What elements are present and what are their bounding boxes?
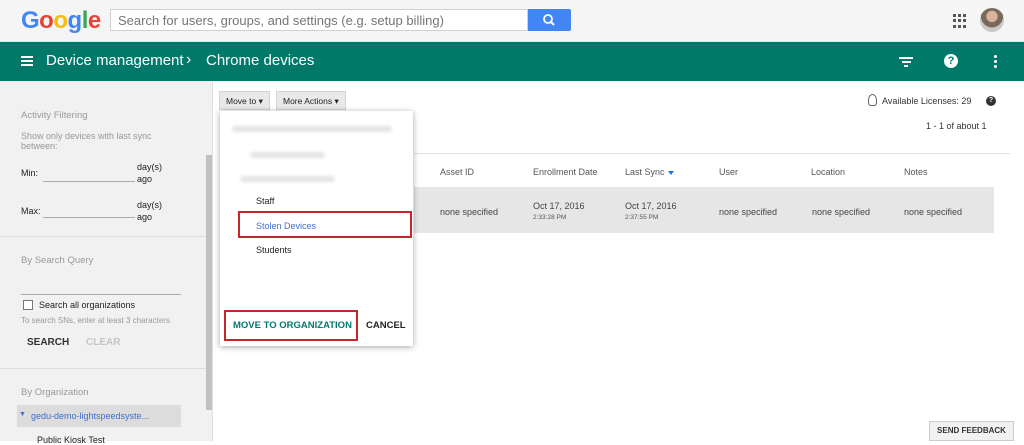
search-all-orgs-checkbox[interactable] — [23, 300, 33, 310]
activity-description: Show only devices with last sync between… — [21, 131, 152, 151]
help-icon[interactable]: ? — [944, 54, 958, 68]
cell-enrollment-date: Oct 17, 2016 — [533, 201, 585, 211]
breadcrumb-device-management[interactable]: Device management — [46, 52, 184, 69]
more-actions-button[interactable]: More Actions ▾ — [276, 91, 346, 110]
search-all-orgs-label: Search all organizations — [39, 300, 136, 310]
menu-icon[interactable] — [21, 56, 33, 66]
last-sync-label: Last Sync — [625, 167, 665, 177]
breadcrumb-separator: › — [186, 51, 192, 68]
column-header-asset-id[interactable]: Asset ID — [440, 167, 474, 177]
activity-filtering-heading: Activity Filtering — [21, 110, 88, 121]
available-licenses: Available Licenses: 29 — [882, 96, 972, 106]
search-sidebar-button[interactable]: SEARCH — [27, 337, 69, 348]
ago-label: ago — [137, 212, 153, 222]
more-vert-icon[interactable] — [994, 55, 997, 70]
cell-asset-id: none specified — [440, 207, 499, 217]
search-icon — [543, 14, 555, 26]
apps-grid-icon[interactable] — [953, 14, 967, 28]
top-bar: Google — [0, 0, 1024, 42]
divider — [0, 236, 206, 237]
move-to-dropdown: Staff Stolen Devices Students MOVE TO OR… — [220, 111, 413, 346]
header-divider — [414, 153, 1010, 154]
google-logo[interactable]: Google — [21, 7, 101, 35]
cell-last-sync-date: Oct 17, 2016 — [625, 201, 677, 211]
move-to-label: Move to — [226, 96, 257, 106]
pagination-text: 1 - 1 of about 1 — [926, 121, 987, 131]
expand-caret-icon[interactable]: ▼ — [19, 411, 26, 418]
more-actions-label: More Actions — [283, 96, 333, 106]
max-days-input[interactable] — [43, 217, 135, 218]
app-bar: Device management › Chrome devices ? — [0, 42, 1024, 81]
help-icon[interactable]: ? — [986, 96, 996, 106]
cell-last-sync-time: 2:37:55 PM — [625, 214, 659, 221]
org-option-staff[interactable]: Staff — [256, 196, 274, 206]
cancel-button[interactable]: CANCEL — [366, 320, 406, 331]
highlight-box — [238, 211, 412, 238]
cell-user: none specified — [719, 207, 778, 217]
column-header-user[interactable]: User — [719, 167, 738, 177]
dropdown-arrow-icon: ▾ — [334, 96, 339, 106]
filter-icon[interactable] — [899, 57, 913, 67]
send-feedback-button[interactable]: SEND FEEDBACK — [929, 421, 1014, 441]
by-organization-heading: By Organization — [21, 387, 89, 398]
filter-sidebar: Activity Filtering Show only devices wit… — [0, 81, 213, 445]
blurred-org-item[interactable] — [240, 176, 335, 182]
sidebar-scrollbar[interactable] — [206, 155, 212, 410]
org-option-students[interactable]: Students — [256, 245, 292, 255]
column-header-location[interactable]: Location — [811, 167, 845, 177]
column-header-last-sync[interactable]: Last Sync — [625, 167, 674, 177]
org-tree-item-child[interactable]: Public Kiosk Test — [37, 435, 105, 445]
min-label: Min: — [21, 168, 39, 178]
ago-label: ago — [137, 174, 153, 184]
blurred-org-item[interactable] — [250, 152, 325, 158]
cell-location: none specified — [812, 207, 871, 217]
min-days-input[interactable] — [43, 181, 135, 182]
search-query-input[interactable] — [21, 294, 181, 295]
org-tree-label-root[interactable]: gedu-demo-lightspeedsyste... — [31, 411, 149, 421]
blurred-org-item[interactable] — [232, 126, 392, 132]
divider — [0, 368, 206, 369]
move-to-button[interactable]: Move to ▾ — [219, 91, 270, 110]
sort-descending-icon — [667, 170, 674, 175]
days-unit-label: day(s) — [137, 162, 163, 172]
lightbulb-icon — [868, 94, 877, 106]
highlight-box — [224, 310, 358, 341]
cell-enrollment-time: 2:33:28 PM — [533, 214, 567, 221]
search-hint: To search SNs, enter at least 3 characte… — [21, 316, 170, 325]
breadcrumb-chrome-devices: Chrome devices — [206, 52, 315, 69]
column-header-enrollment-date[interactable]: Enrollment Date — [533, 167, 598, 177]
days-unit-label: day(s) — [137, 200, 163, 210]
search-button[interactable] — [528, 9, 571, 31]
avatar[interactable] — [980, 8, 1004, 32]
max-label: Max: — [21, 206, 41, 216]
cell-notes: none specified — [904, 207, 963, 217]
search-input[interactable] — [110, 9, 528, 31]
clear-button[interactable]: CLEAR — [86, 337, 120, 348]
search-query-heading: By Search Query — [21, 255, 94, 266]
dropdown-arrow-icon: ▾ — [258, 96, 263, 106]
column-header-notes[interactable]: Notes — [904, 167, 928, 177]
